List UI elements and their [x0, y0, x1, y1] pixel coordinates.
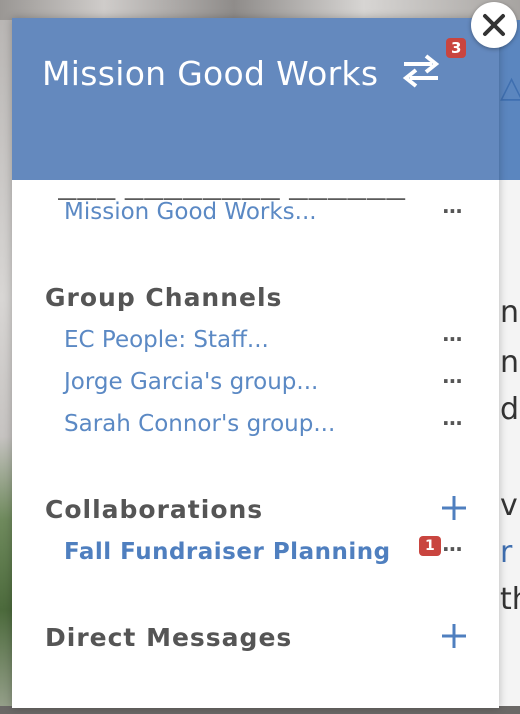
panel-title: Mission Good Works [42, 54, 379, 93]
background-char: n [500, 295, 520, 330]
channel-jorge-garcia-group[interactable]: Jorge Garcia's group... [64, 369, 318, 395]
switch-organization-icon[interactable] [400, 52, 442, 88]
channel-menu-button[interactable]: ... [442, 322, 463, 346]
close-button[interactable] [471, 2, 517, 48]
background-char: d [500, 392, 520, 427]
channel-menu-button[interactable]: ... [442, 194, 463, 218]
switch-organization-badge: 3 [446, 38, 467, 58]
add-collaboration-icon[interactable] [440, 494, 468, 522]
collaborations-heading: Collaborations [45, 495, 264, 524]
background-char: △ [500, 70, 520, 105]
collaboration-menu-button[interactable]: ... [442, 532, 463, 556]
panel-header [12, 18, 499, 180]
collaboration-fall-fundraiser-planning[interactable]: Fall Fundraiser Planning [64, 539, 391, 565]
background-char: r [500, 535, 513, 570]
background-char: th [500, 582, 520, 617]
clipped-section-heading: ▁▁▁ ▁▁▁▁▁▁▁▁ ▁▁▁▁▁▁ ▁ [58, 174, 407, 200]
channel-panel: ▁▁▁ ▁▁▁▁▁▁▁▁ ▁▁▁▁▁▁ ▁ Mission Good Works… [12, 18, 499, 708]
channel-ec-people-staff[interactable]: EC People: Staff... [64, 327, 269, 353]
background-char: v [500, 488, 518, 523]
close-icon [483, 14, 505, 36]
channel-menu-button[interactable]: ... [442, 364, 463, 388]
background-char: n [500, 345, 520, 380]
group-channels-heading: Group Channels [45, 283, 283, 312]
channel-menu-button[interactable]: ... [442, 406, 463, 430]
channel-mission-good-works[interactable]: Mission Good Works... [64, 199, 317, 225]
channel-sarah-connor-group[interactable]: Sarah Connor's group... [64, 411, 335, 437]
unread-badge: 1 [419, 536, 441, 556]
add-direct-message-icon[interactable] [440, 622, 468, 650]
direct-messages-heading: Direct Messages [45, 623, 293, 652]
background-top [0, 0, 520, 20]
